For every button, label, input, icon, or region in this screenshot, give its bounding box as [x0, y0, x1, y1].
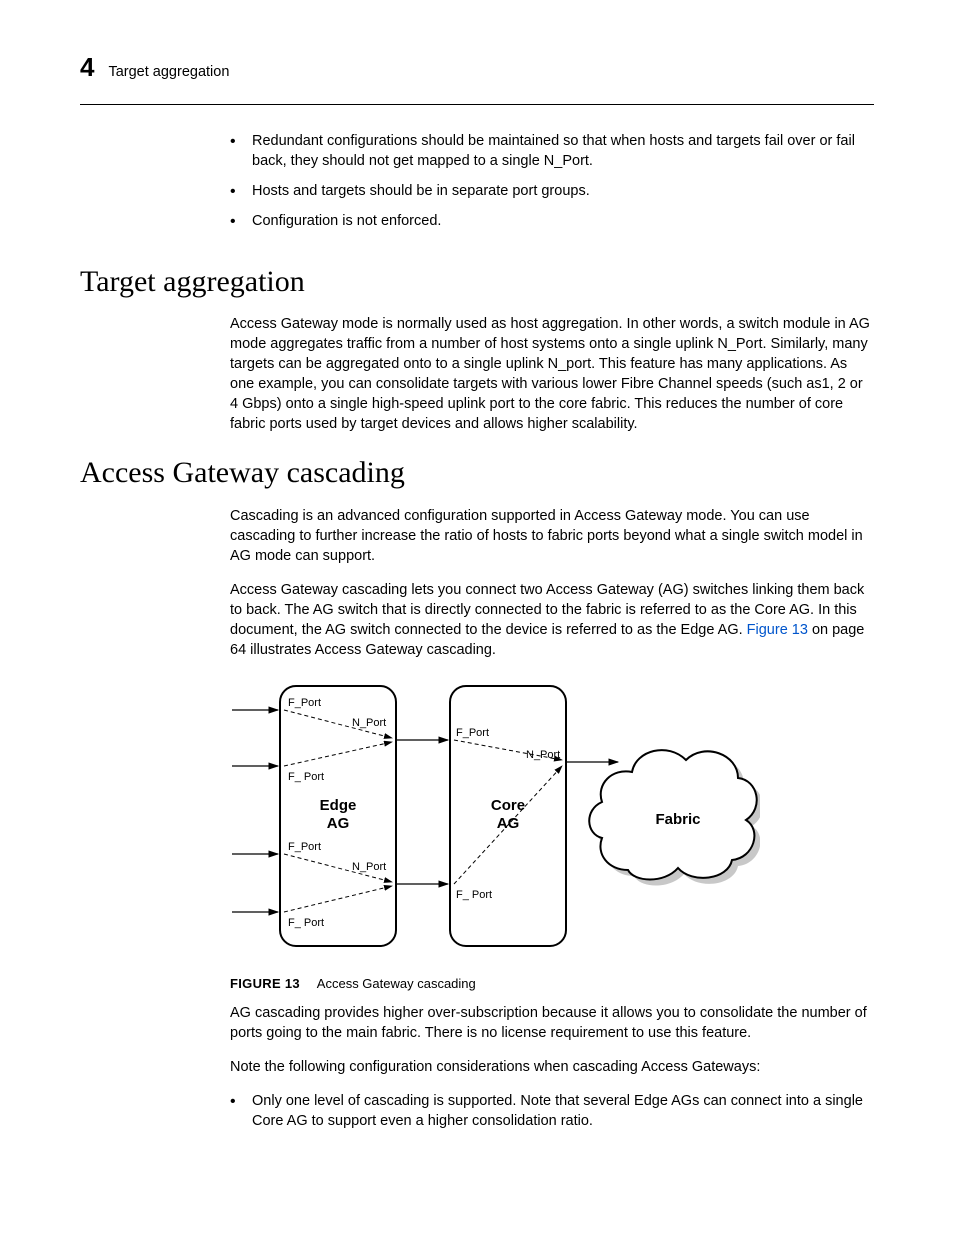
- edge-fport-label-1: F_Port: [288, 697, 321, 709]
- core-fport-label-2: F_ Port: [456, 889, 492, 901]
- body-paragraph: Access Gateway mode is normally used as …: [230, 314, 874, 434]
- figure-link[interactable]: Figure 13: [747, 622, 808, 638]
- figure-caption: FIGURE 13 Access Gateway cascading: [230, 975, 874, 993]
- edge-ag-label: Edge: [320, 797, 357, 814]
- chapter-title: Target aggregation: [108, 62, 229, 82]
- edge-fport-label-3: F_Port: [288, 841, 321, 853]
- edge-nport-label-1: N_Port: [352, 717, 386, 729]
- body-paragraph: Note the following configuration conside…: [230, 1057, 874, 1077]
- top-bullet-list: Redundant configurations should be maint…: [230, 131, 874, 231]
- fabric-label: Fabric: [655, 811, 700, 828]
- diagram-svg: Edge AG Core AG Fabric F_Port F_ Port: [230, 676, 760, 961]
- list-item: Redundant configurations should be maint…: [230, 131, 874, 171]
- body-paragraph: Cascading is an advanced configuration s…: [230, 506, 874, 566]
- edge-fport-label-4: F_ Port: [288, 917, 324, 929]
- edge-ag-label-2: AG: [327, 815, 350, 832]
- figure-caption-text: Access Gateway cascading: [317, 976, 476, 991]
- body-paragraph: AG cascading provides higher over-subscr…: [230, 1003, 874, 1043]
- edge-fport-label-2: F_ Port: [288, 771, 324, 783]
- section-heading-ag-cascading: Access Gateway cascading: [80, 452, 874, 493]
- figure-caption-label: FIGURE 13: [230, 976, 300, 991]
- list-item: Configuration is not enforced.: [230, 211, 874, 231]
- core-ag-label-2: AG: [497, 815, 520, 832]
- header-rule: [80, 104, 874, 105]
- chapter-number: 4: [80, 50, 94, 86]
- core-nport-label: N_Port: [526, 749, 560, 761]
- running-header: 4 Target aggregation: [80, 50, 874, 86]
- section-heading-target-aggregation: Target aggregation: [80, 261, 874, 302]
- core-fport-label-1: F_Port: [456, 727, 489, 739]
- edge-nport-label-2: N_Port: [352, 861, 386, 873]
- cascading-bullet-list: Only one level of cascading is supported…: [230, 1091, 874, 1131]
- figure-cascading: Edge AG Core AG Fabric F_Port F_ Port: [230, 676, 874, 993]
- body-paragraph: Access Gateway cascading lets you connec…: [230, 580, 874, 660]
- list-item: Hosts and targets should be in separate …: [230, 181, 874, 201]
- list-item: Only one level of cascading is supported…: [230, 1091, 874, 1131]
